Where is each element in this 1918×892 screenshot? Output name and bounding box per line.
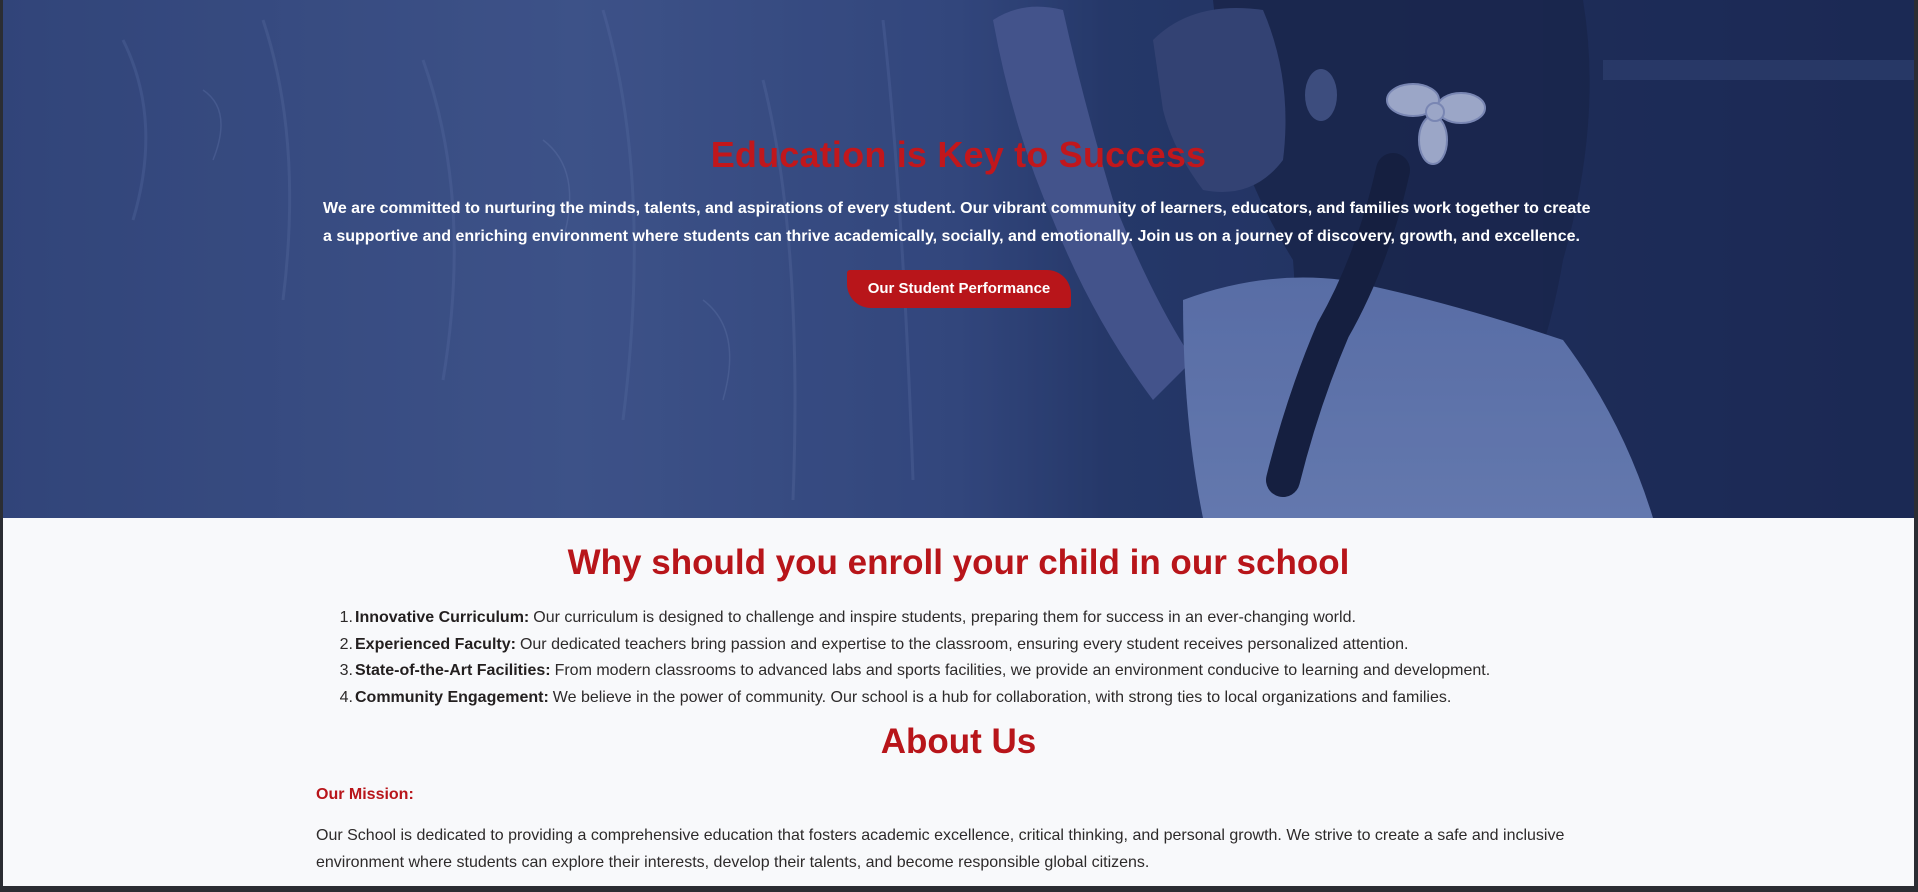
list-item: 2. Experienced Faculty: Our dedicated te… (340, 632, 1655, 659)
list-item-text: Our dedicated teachers bring passion and… (519, 635, 1409, 653)
about-us-heading: About Us (880, 722, 1037, 761)
why-enroll-list: 1. Innovative Curriculum: Our curriculum… (340, 605, 1655, 712)
list-item: 4. Community Engagement: We believe in t… (340, 685, 1655, 712)
mission-text: Our School is dedicated to providing a c… (316, 827, 1565, 871)
list-item-number: 2. (339, 635, 353, 653)
hero-section: Education is Key to Success We are commi… (3, 0, 1914, 518)
hero-content: Education is Key to Success We are commi… (3, 0, 1914, 518)
list-item-label: Experienced Faculty: (355, 635, 516, 653)
hero-title: Education is Key to Success (710, 134, 1207, 175)
page: Education is Key to Success We are commi… (3, 0, 1914, 886)
list-item: 3. State-of-the-Art Facilities: From mod… (340, 658, 1655, 685)
student-performance-button[interactable]: Our Student Performance (847, 270, 1071, 308)
list-item-label: Innovative Curriculum: (355, 609, 530, 626)
list-item-number: 1. (339, 609, 353, 626)
list-item-number: 3. (339, 662, 353, 679)
list-item-number: 4. (339, 688, 353, 706)
list-item-text: We believe in the power of community. Ou… (552, 688, 1452, 706)
why-enroll-heading: Why should you enroll your child in our … (567, 543, 1350, 582)
list-item-label: Community Engagement: (355, 688, 549, 706)
list-item-text: Our curriculum is designed to challenge … (533, 609, 1356, 626)
list-item-text: From modern classrooms to advanced labs … (554, 662, 1491, 679)
mission-label: Our Mission: (316, 786, 414, 803)
list-item-label: State-of-the-Art Facilities: (355, 662, 551, 679)
list-item: 1. Innovative Curriculum: Our curriculum… (340, 605, 1655, 632)
hero-description: We are committed to nurturing the minds,… (323, 200, 1591, 245)
